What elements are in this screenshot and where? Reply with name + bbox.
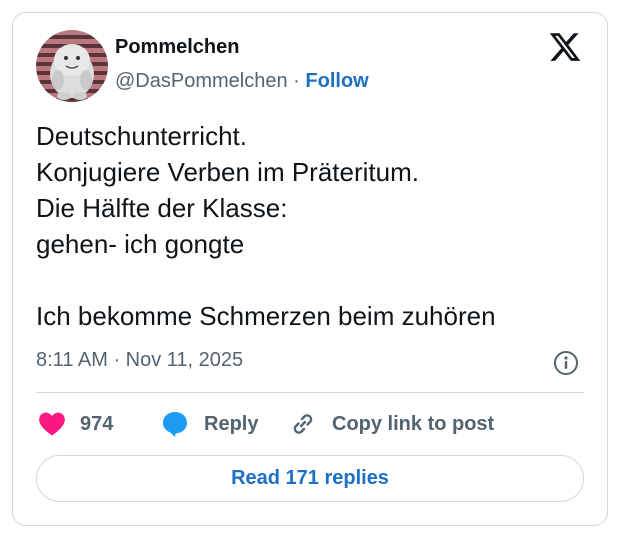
author-handle[interactable]: @DasPommelchen bbox=[115, 70, 288, 92]
like-button[interactable]: 974 bbox=[38, 408, 113, 440]
heart-icon bbox=[39, 412, 65, 436]
follow-link[interactable]: Follow bbox=[305, 70, 368, 92]
link-icon bbox=[293, 414, 313, 434]
post-timestamp[interactable]: 8:11 AM · Nov 11, 2025 bbox=[36, 349, 243, 372]
post-text-line: Konjugiere Verben im Präteritum. bbox=[36, 157, 419, 187]
divider bbox=[36, 392, 584, 393]
read-replies-button[interactable]: Read 171 replies bbox=[36, 455, 584, 502]
copy-link-label: Copy link to post bbox=[332, 412, 495, 435]
author-handle-row: @DasPommelchen · Follow bbox=[115, 70, 369, 93]
reply-label: Reply bbox=[204, 412, 259, 435]
avatar-plush-figure-icon bbox=[50, 44, 94, 100]
handle-separator: · bbox=[293, 70, 300, 92]
post-text-line: Deutschunterricht. bbox=[36, 121, 247, 151]
info-icon[interactable] bbox=[553, 350, 579, 376]
post-text-line bbox=[36, 262, 586, 298]
x-logo-icon[interactable] bbox=[548, 30, 582, 64]
copy-link-button[interactable]: Copy link to post bbox=[288, 408, 494, 440]
post-text-line: gehen- ich gongte bbox=[36, 229, 245, 259]
reply-button[interactable]: Reply bbox=[160, 408, 258, 440]
author-display-name[interactable]: Pommelchen bbox=[115, 36, 239, 59]
post-text-line: Die Hälfte der Klasse: bbox=[36, 193, 288, 223]
speech-bubble-icon bbox=[163, 412, 187, 437]
post-text: Deutschunterricht. Konjugiere Verben im … bbox=[36, 118, 586, 334]
post-text-line: Ich bekomme Schmerzen beim zuhören bbox=[36, 301, 496, 331]
like-count: 974 bbox=[80, 412, 114, 435]
avatar[interactable] bbox=[36, 30, 108, 102]
